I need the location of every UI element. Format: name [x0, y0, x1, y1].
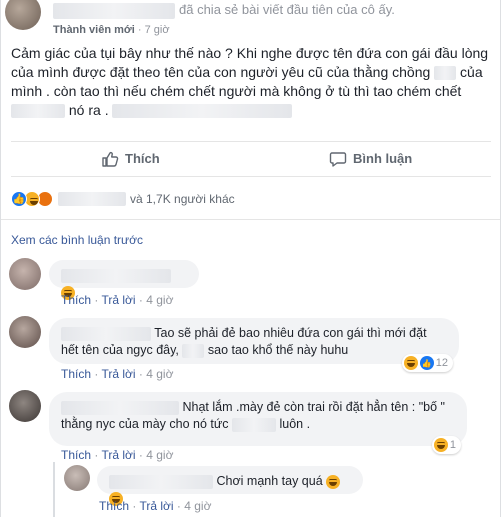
comment-meta: Thích · Trả lời · 4 giờ [61, 367, 174, 381]
reactions-summary[interactable]: 👍 và 1,7K người khác [11, 190, 235, 208]
like-label: Thích [125, 151, 160, 166]
commenter-avatar[interactable] [9, 258, 41, 290]
redacted-text [434, 66, 457, 81]
commenter-avatar[interactable] [9, 316, 41, 348]
comment-text-part2: sao tao khổ thế này huhu [207, 343, 349, 357]
reply-like-link[interactable]: Thích [99, 499, 129, 513]
like-reaction-icon: 👍 [11, 191, 27, 207]
reply-reply-link[interactable]: Trả lời [139, 499, 173, 513]
laughing-emoji-icon [433, 438, 448, 452]
comment-bubble-icon [329, 152, 347, 167]
redacted-comment [61, 268, 171, 283]
post-body-part1: Cảm giác của tụi bây như thế nào ? Khi n… [11, 45, 489, 80]
post-body-part3: nó ra . [68, 102, 109, 118]
redacted-author-name [53, 2, 175, 19]
comment-reactions-badge[interactable]: 1 [431, 436, 461, 454]
comment-reply-link[interactable]: Trả lời [101, 448, 135, 462]
like-button[interactable]: Thích [101, 142, 160, 176]
redacted-author [109, 474, 213, 489]
member-badge[interactable]: Thành viên mới [53, 24, 135, 36]
reaction-count: 12 [435, 356, 448, 369]
reply-text: Chơi mạnh tay quá [216, 474, 323, 488]
redacted-author [61, 326, 151, 341]
redacted-author [61, 400, 179, 415]
comment-time[interactable]: 4 giờ [146, 448, 173, 462]
redacted-text [231, 417, 276, 432]
reply-avatar[interactable] [64, 465, 90, 491]
reaction-summary-text: và 1,7K người khác [130, 192, 235, 206]
comment-like-link[interactable]: Thích [61, 293, 91, 307]
comment-label: Bình luận [353, 151, 413, 166]
comment-bubble: Nhạt lắm .mày đẻ còn trai rồi đặt hẳn tê… [49, 392, 467, 454]
comment-text-part2: luôn . [279, 417, 311, 431]
comment-time[interactable]: 4 giờ [146, 293, 173, 307]
post-header: đã chia sẻ bài viết đầu tiên của cô ấy. … [1, 0, 500, 40]
comment-like-link[interactable]: Thích [61, 448, 91, 462]
comment-like-link[interactable]: Thích [61, 367, 91, 381]
thumbs-up-icon [102, 151, 119, 167]
post-action-bar: Thích Bình luận [11, 141, 491, 177]
post-body: Cảm giác của tụi bây như thế nào ? Khi n… [11, 44, 489, 120]
reply-thread-line [53, 462, 55, 517]
redacted-text [182, 343, 205, 358]
view-previous-comments-link[interactable]: Xem các bình luận trước [11, 233, 143, 247]
commenter-avatar[interactable] [9, 390, 41, 422]
comment-button[interactable]: Bình luận [329, 142, 412, 176]
laughing-emoji-icon [403, 356, 418, 370]
comment-reply-link[interactable]: Trả lời [101, 367, 135, 381]
redacted-text [11, 104, 65, 119]
reply-bubble: Chơi mạnh tay quá [97, 466, 363, 506]
comment-bubble: Tao sẽ phải đẻ bao nhiêu đứa con gái thì… [49, 318, 459, 372]
post-card: đã chia sẻ bài viết đầu tiên của cô ấy. … [0, 0, 501, 517]
reply-meta: Thích · Trả lời · 4 giờ [99, 499, 212, 513]
redacted-names [58, 192, 126, 206]
comment-reply-link[interactable]: Trả lời [101, 293, 135, 307]
laughing-emoji-icon [326, 474, 341, 489]
author-avatar[interactable] [5, 0, 41, 30]
comment-meta: Thích · Trả lời · 4 giờ [61, 293, 174, 307]
separator-dot: · [137, 24, 142, 36]
comment-bubble [49, 260, 199, 300]
post-subline: Thành viên mới · 7 giờ [53, 24, 170, 36]
comment-time[interactable]: 4 giờ [146, 367, 173, 381]
reaction-count: 1 [449, 438, 456, 451]
comments-divider [1, 219, 500, 220]
like-reaction-icon: 👍 [419, 356, 434, 370]
comment-reactions-badge[interactable]: 👍 12 [401, 354, 453, 372]
redacted-text [112, 104, 293, 119]
post-header-line: đã chia sẻ bài viết đầu tiên của cô ấy. [53, 2, 395, 19]
reply-time[interactable]: 4 giờ [184, 499, 211, 513]
shared-text: đã chia sẻ bài viết đầu tiên của cô ấy. [179, 2, 395, 17]
comment-meta: Thích · Trả lời · 4 giờ [61, 448, 174, 462]
post-time[interactable]: 7 giờ [145, 24, 170, 36]
